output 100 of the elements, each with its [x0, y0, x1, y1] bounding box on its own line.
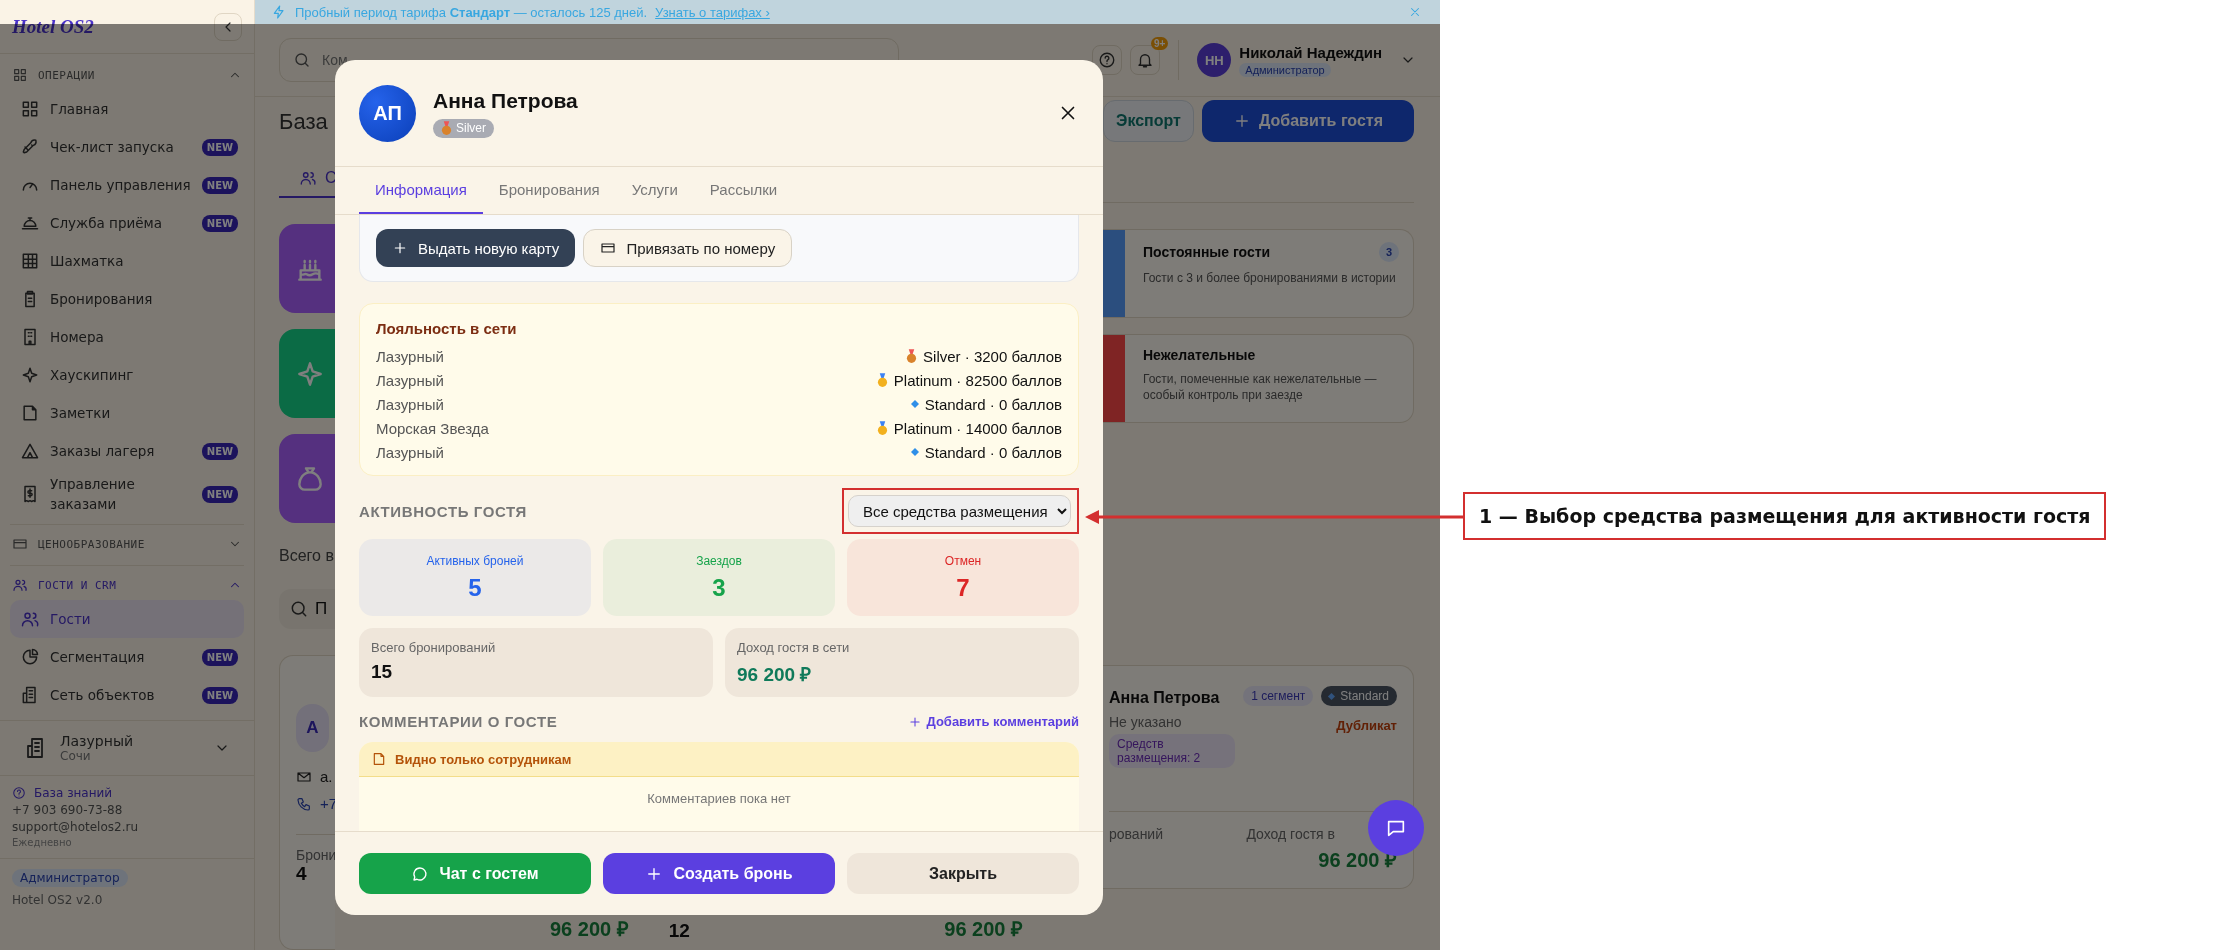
segment-tile[interactable]: [279, 434, 335, 524]
bookings-count: 12: [668, 920, 690, 942]
guest-revenue: 96 200 ₽: [944, 917, 1023, 942]
new-badge: NEW: [201, 214, 238, 232]
card-action-button[interactable]: Привязать по номеру: [583, 229, 793, 267]
total-text: Всего в: [279, 547, 335, 566]
empty-comments-text: Комментариев пока нет: [647, 791, 791, 808]
add-guest-button[interactable]: Добавить гостя: [1201, 100, 1414, 142]
tent-icon: [20, 441, 40, 461]
section-toggle[interactable]: ЦЕНООБРАЗОВАНИЕ: [10, 529, 244, 559]
collapse-button[interactable]: [214, 12, 242, 41]
section-toggle[interactable]: ГОСТИ И CRM: [10, 570, 244, 600]
users-icon: [12, 577, 28, 593]
phone-icon: [296, 795, 312, 812]
tier-badge: Silver: [433, 118, 494, 138]
grid-icon: [12, 67, 28, 83]
add-comment-link[interactable]: Добавить комментарий: [908, 714, 1079, 729]
stat-value: 3: [712, 573, 726, 602]
tab[interactable]: Рассылки: [693, 167, 794, 214]
tier-tag: Standard: [1321, 686, 1397, 706]
bookings-count: 4: [296, 863, 308, 886]
nav-item[interactable]: Панель управления NEW: [10, 166, 244, 204]
segment-tag: 1 сегмент: [1243, 686, 1314, 706]
nav-item[interactable]: Гости: [10, 600, 244, 638]
section-heading: КОММЕНТАРИИ О ГОСТЕ: [359, 713, 558, 730]
nav-item[interactable]: Шахматка: [10, 242, 244, 280]
new-badge: NEW: [201, 686, 238, 704]
property-switcher[interactable]: Лазурный Сочи: [0, 720, 254, 776]
tab[interactable]: Бронирования: [482, 167, 616, 214]
nav-item[interactable]: Номера: [10, 318, 244, 356]
annotation-label: 1 — Выбор средства размещения для активности гостя: [1463, 492, 2107, 540]
segment-description: Гости, помеченные как нежелательные — особый контроль при заезде: [1143, 371, 1378, 403]
segment-description: Гости с 3 и более бронированиями в истории: [1143, 270, 1397, 286]
new-badge: NEW: [201, 485, 238, 503]
nav-item[interactable]: Хаускипинг: [10, 356, 244, 394]
card-icon: [600, 240, 617, 256]
nav-item[interactable]: Главная: [10, 90, 244, 128]
guest-avatar: АП: [359, 84, 416, 142]
card-icon: [12, 536, 28, 552]
lightning-icon: [271, 4, 287, 20]
loyalty-status: Platinum · 14000 баллов: [893, 419, 1062, 437]
loyalty-status: Standard · 0 баллов: [924, 443, 1062, 461]
user-name: Николай Надеждин: [1239, 43, 1382, 61]
bookings-label: рований: [1109, 826, 1163, 844]
dialog-button[interactable]: Закрыть: [847, 853, 1079, 894]
revenue-label: Доход гостя в: [1246, 826, 1335, 842]
tab[interactable]: Услуги: [615, 167, 694, 214]
dialog-button[interactable]: Создать бронь: [603, 853, 835, 894]
nav-item[interactable]: Служба приёма NEW: [10, 204, 244, 242]
guest-initial: А: [296, 704, 329, 753]
sparkle-icon: [20, 365, 40, 385]
nav-item[interactable]: Сеть объектов NEW: [10, 676, 244, 714]
support-phone: +7 903 690-73-88: [12, 803, 124, 817]
duplicate-tag: Дубликат: [1336, 718, 1397, 733]
property-select[interactable]: Все средства размещения: [848, 495, 1071, 527]
support-hours: Ежедневно: [12, 837, 73, 848]
search-icon: [293, 51, 311, 69]
user-avatar: НН: [1197, 43, 1232, 77]
nav-item[interactable]: Чек-лист запуска NEW: [10, 128, 244, 166]
new-badge: NEW: [201, 138, 238, 156]
page-heading: База: [279, 109, 329, 135]
stat-label: Заездов: [696, 553, 742, 568]
medal-icon: [441, 120, 452, 136]
loyalty-title: Лояльность в сети: [376, 320, 518, 337]
segment-title: Нежелательные: [1143, 347, 1256, 363]
segment-card[interactable]: Нежелательные Гости, помеченные как нежелательные — особый контроль при заезде: [1103, 334, 1414, 423]
segment-card[interactable]: Постоянные гости 3 Гости с 3 и более бронированиями в истории: [1103, 229, 1414, 318]
segment-tile[interactable]: [279, 224, 335, 314]
knowledge-base-link[interactable]: База знаний: [12, 786, 242, 800]
version-text: Hotel OS2 v2.0: [12, 893, 103, 907]
new-badge: NEW: [201, 442, 238, 460]
grid-icon: [20, 99, 40, 119]
nav-item[interactable]: Управление заказами NEW: [10, 470, 244, 518]
export-button[interactable]: Экспорт: [1103, 100, 1194, 142]
total-label: Всего бронирований: [371, 640, 497, 655]
note-icon: [371, 751, 387, 767]
loyalty-status: Standard · 0 баллов: [924, 395, 1062, 413]
nav-item[interactable]: Бронирования: [10, 280, 244, 318]
segment-tile[interactable]: [279, 329, 335, 419]
role-badge: Администратор: [1239, 62, 1331, 77]
total-label: Доход гостя в сети: [737, 640, 851, 655]
help-icon: [12, 786, 26, 800]
total-value: 15: [371, 661, 394, 683]
section-toggle[interactable]: ОПЕРАЦИИ: [10, 60, 244, 90]
trial-text: Пробный период тарифа Стандарт — осталось 125 дней.: [295, 4, 648, 20]
guest-name: Анна Петрова: [433, 88, 578, 113]
properties-tag: Средств размещения: 2: [1109, 734, 1235, 768]
guest-gender: Не указано: [1109, 714, 1182, 730]
loyalty-status: Silver · 3200 баллов: [923, 347, 1062, 365]
stat-value: 7: [956, 573, 970, 602]
nav-item[interactable]: Сегментация NEW: [10, 638, 244, 676]
dialog-button[interactable]: Чат с гостем: [359, 853, 591, 894]
plus-icon: [908, 714, 923, 729]
nav-item[interactable]: Заказы лагеря NEW: [10, 432, 244, 470]
users-icon: [20, 609, 40, 629]
loyalty-status: Platinum · 82500 баллов: [893, 371, 1062, 389]
nav-item[interactable]: Заметки: [10, 394, 244, 432]
card-action-button[interactable]: Выдать новую карту: [376, 229, 576, 267]
pie-chart-icon: [20, 647, 40, 667]
search-field[interactable]: П: [279, 589, 335, 630]
